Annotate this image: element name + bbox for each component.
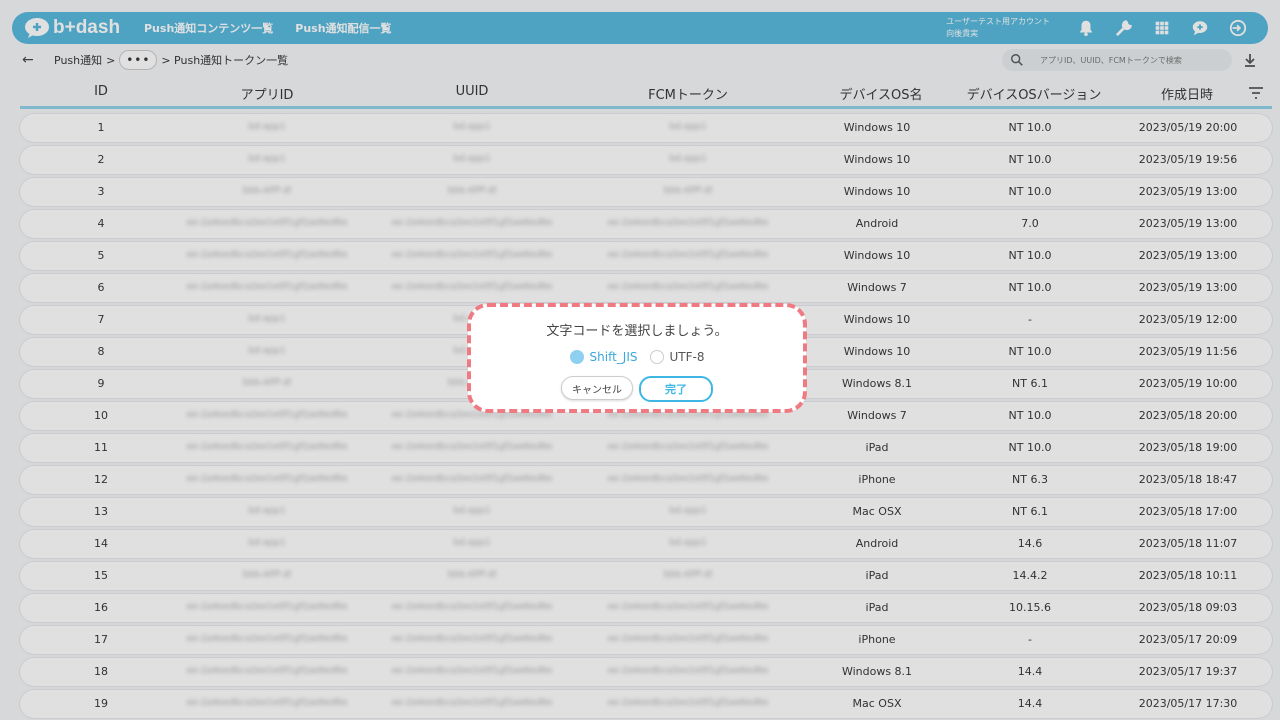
dialog-title: 文字コードを選択しましょう。 xyxy=(546,324,728,339)
radio-indicator xyxy=(569,350,584,364)
charset-radio-group: Shift_JIS UTF-8 xyxy=(470,350,804,364)
cancel-button[interactable]: キャンセル xyxy=(561,376,633,400)
radio-label-shift-jis: Shift_JIS xyxy=(589,350,638,364)
done-button[interactable]: 完了 xyxy=(639,376,713,402)
radio-label-utf8: UTF-8 xyxy=(669,350,705,364)
radio-indicator xyxy=(649,350,664,364)
radio-shift-jis[interactable]: Shift_JIS xyxy=(569,350,638,364)
charset-dialog: 文字コードを選択しましょう。 Shift_JIS UTF-8 キャンセル 完了 xyxy=(467,303,807,413)
radio-utf8[interactable]: UTF-8 xyxy=(649,350,705,364)
